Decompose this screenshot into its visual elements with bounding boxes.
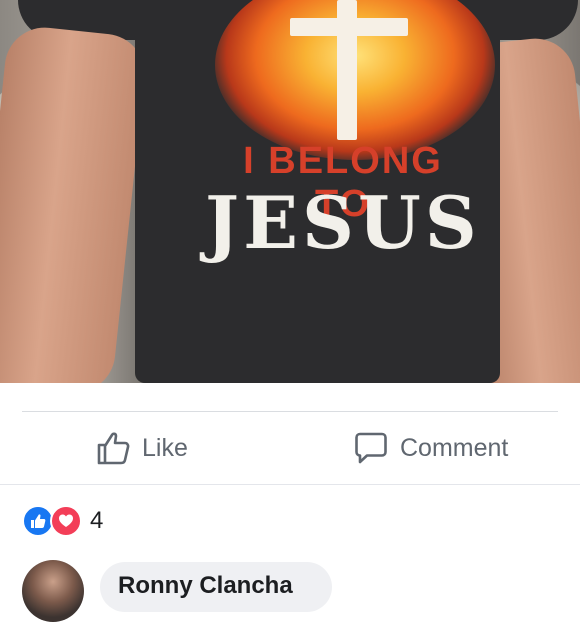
section-divider [0,484,580,485]
reaction-count: 4 [90,507,104,534]
like-button[interactable]: Like [96,425,188,471]
love-icon [50,505,82,537]
action-bar-divider [22,411,558,412]
like-label: Like [142,433,188,462]
shirt-text-line2: JESUS [205,180,481,265]
comment-author-name[interactable]: Ronny Clancha [118,572,293,600]
post-photo[interactable]: I BELONG TO JESUS [0,0,580,383]
speech-bubble-icon [354,431,388,465]
cross-graphic-bar [290,18,408,36]
avatar[interactable] [22,560,84,622]
comment-button[interactable]: Comment [354,425,508,471]
comment-label: Comment [400,433,509,462]
comment-bubble[interactable]: Ronny Clancha [100,562,332,612]
thumbs-up-icon [96,431,130,465]
reactions-summary[interactable]: 4 [22,505,104,537]
